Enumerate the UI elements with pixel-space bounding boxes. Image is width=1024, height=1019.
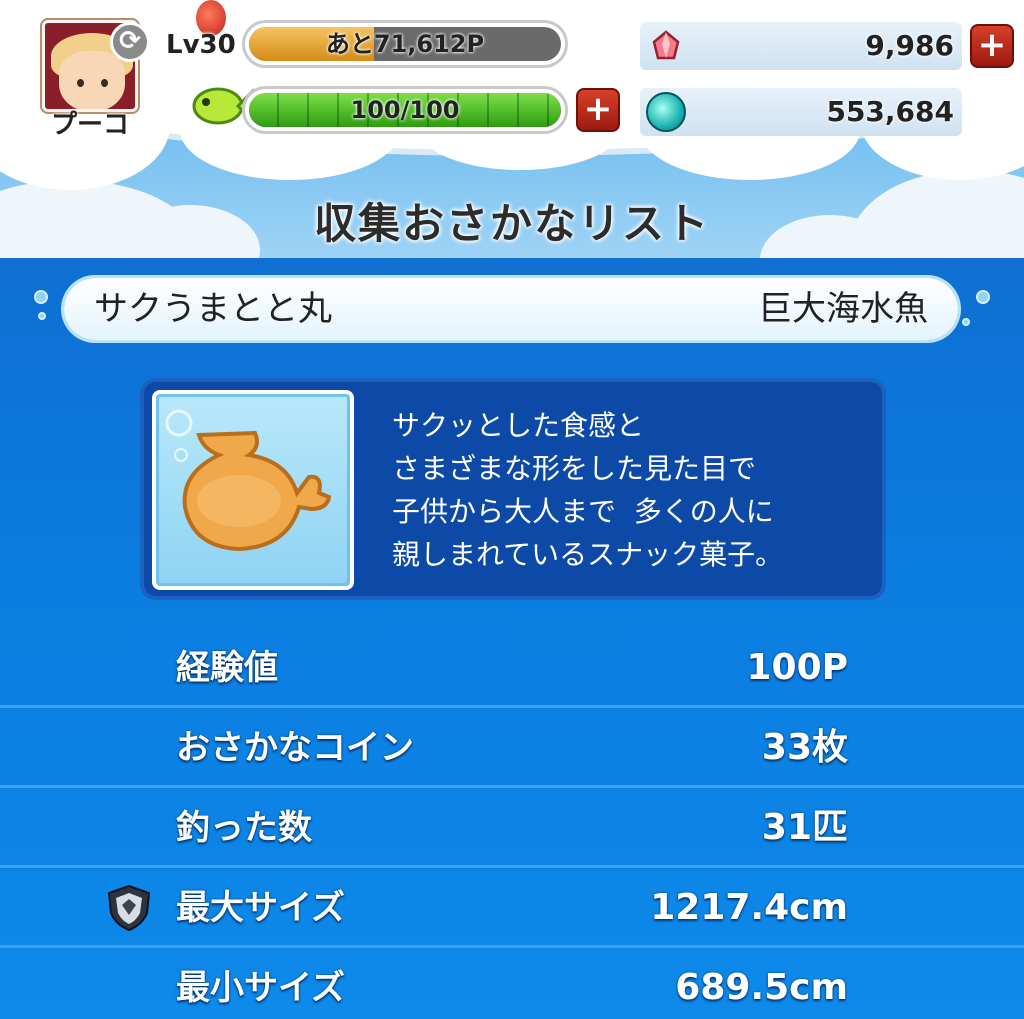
stat-value: 31匹 [761, 807, 848, 848]
stat-value: 1217.4cm [650, 887, 848, 928]
description-line: 親しまれているスナック菓子。 [392, 538, 784, 571]
stat-label: 最大サイズ [176, 888, 345, 928]
gem-value: 9,986 [865, 29, 954, 62]
stat-label: 釣った数 [176, 808, 312, 848]
stat-row-min-size: 最小サイズ 689.5cm [0, 948, 1024, 1019]
fish-image [165, 409, 332, 552]
coin-counter: 553,684 [640, 88, 962, 136]
exp-label: あと71,612P [325, 30, 485, 58]
coin-icon [646, 92, 686, 132]
add-gems-button[interactable]: + [970, 24, 1014, 68]
description-line: サクッとした食感と [392, 409, 645, 442]
description-line: 子供から大人まで 多くの人に [392, 495, 774, 528]
gem-icon [652, 30, 680, 60]
stamina-label: 100/100 [350, 96, 460, 124]
fish-name: サクうまとと丸 [94, 289, 332, 329]
fish-image-frame [152, 390, 354, 590]
level-badge: Lv30 [166, 30, 236, 60]
stat-row-coins: おさかなコイン 33枚 [0, 708, 1024, 788]
stat-value: 33枚 [761, 727, 848, 768]
description-line: さまざまな形をした見た目で [392, 452, 757, 485]
screen-title: 収集おさかなリスト [313, 199, 710, 248]
shield-icon [107, 884, 151, 932]
stat-value: 100P [746, 647, 848, 688]
stat-row-max-size: 最大サイズ 1217.4cm [0, 868, 1024, 948]
gem-counter: 9,986 [640, 22, 962, 70]
fish-category: 巨大海水魚 [758, 289, 928, 329]
add-stamina-button[interactable]: + [576, 88, 620, 132]
stamina-bar: 100/100 [242, 86, 568, 134]
fish-description: サクッとした食感と さまざまな形をした見た目で 子供から大人まで 多くの人に 親… [392, 404, 862, 576]
stat-label: おさかなコイン [176, 728, 414, 768]
player-name: プーコ [50, 110, 129, 140]
fish-header: サクうまとと丸 巨大海水魚 [64, 278, 958, 340]
stat-label: 最小サイズ [176, 968, 345, 1008]
coin-value: 553,684 [826, 95, 954, 128]
stat-row-exp: 経験値 100P [0, 628, 1024, 708]
refresh-icon[interactable]: ⟳ [110, 22, 150, 62]
exp-bar: あと71,612P [242, 20, 568, 68]
stat-row-caught: 釣った数 31匹 [0, 788, 1024, 868]
stat-value: 689.5cm [675, 967, 848, 1008]
stat-label: 経験値 [176, 648, 278, 688]
